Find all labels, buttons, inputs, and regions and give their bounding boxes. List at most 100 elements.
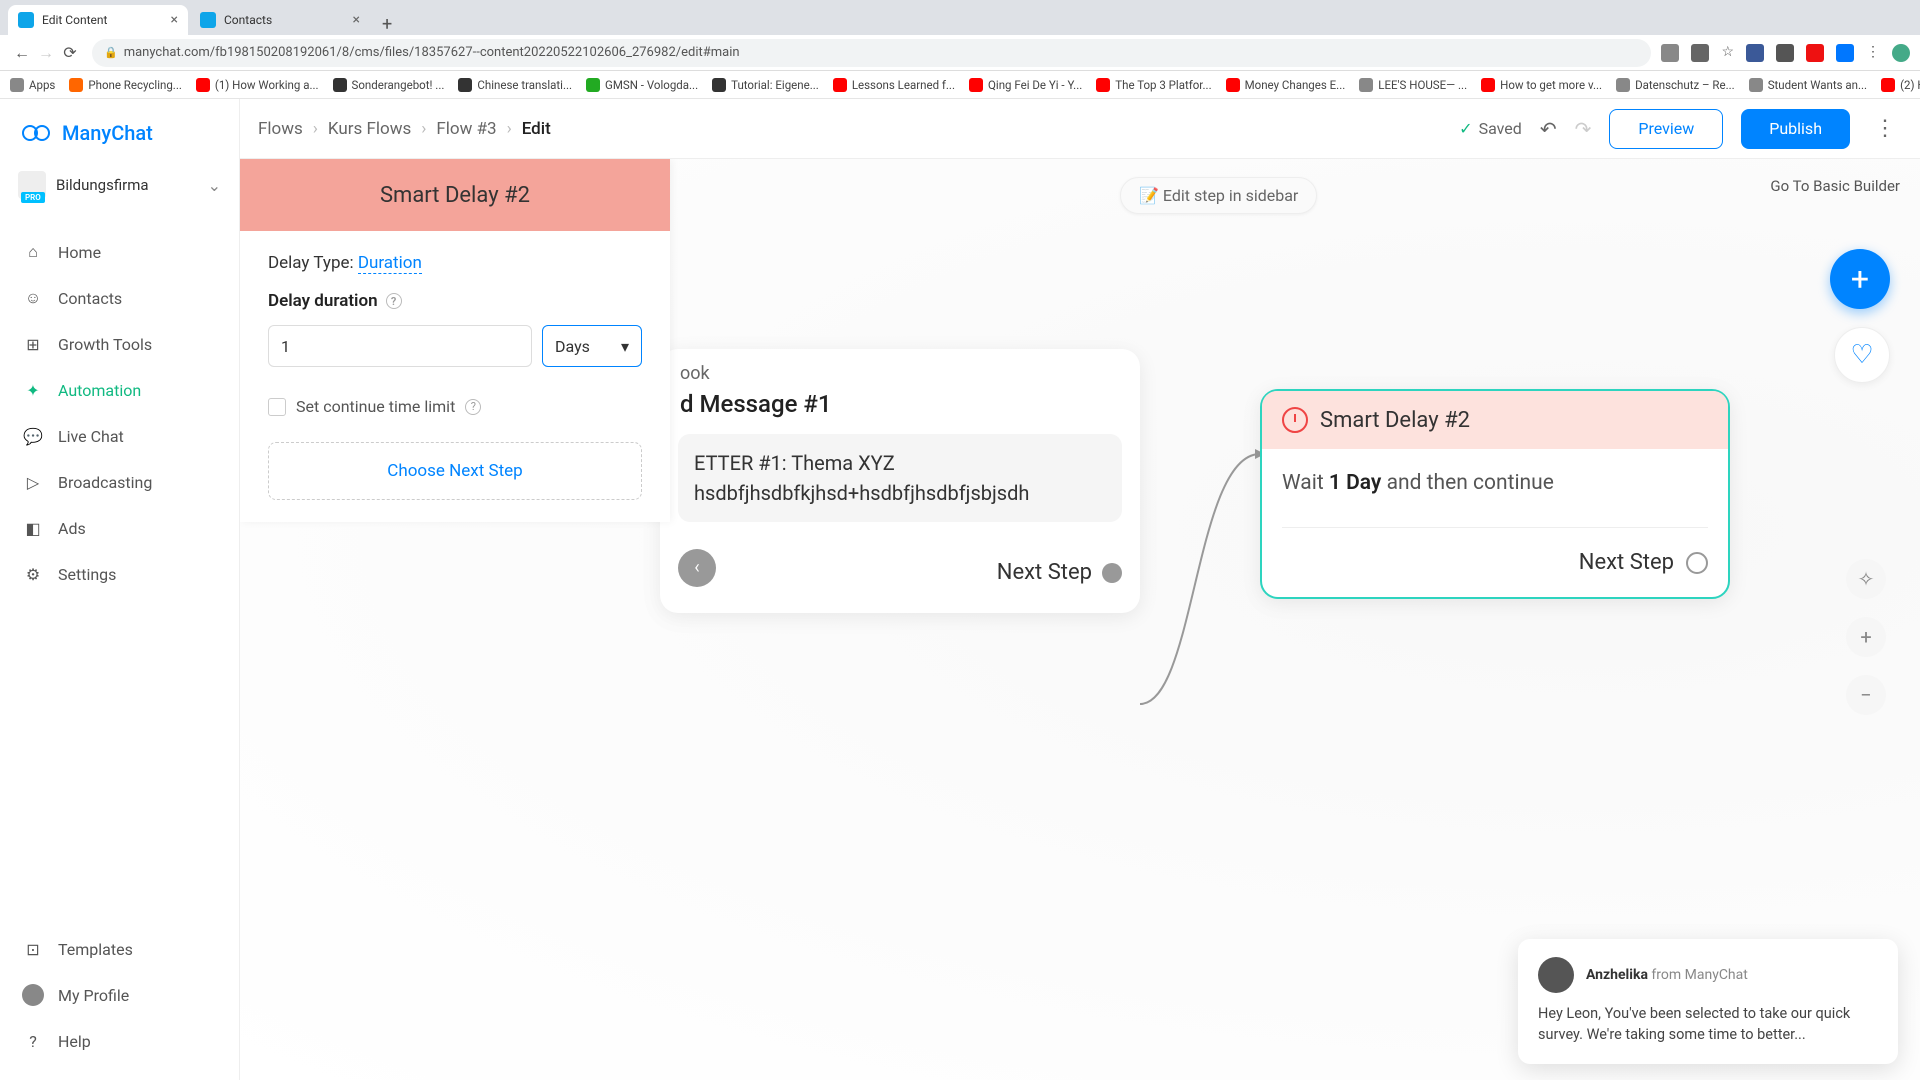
sidebar-item-livechat[interactable]: 💬 Live Chat [0,413,239,459]
content-line: hsdbfjhsdbfkjhsd+hsdbfjhsdbfjsbjsdh [694,478,1106,508]
nav-label: Home [58,243,101,262]
ext-icon[interactable] [1836,44,1854,62]
bookmark-item[interactable]: (1) How Working a... [196,78,319,92]
sidebar-item-broadcasting[interactable]: ▷ Broadcasting [0,459,239,505]
bookmark-item[interactable]: LEE'S HOUSE— ... [1359,78,1467,92]
add-step-button[interactable]: + [1830,249,1890,309]
node-body: Wait 1 Day and then continue [1262,449,1728,517]
bookmark-item[interactable]: Apps [10,78,55,92]
zoom-in-button[interactable]: + [1846,617,1886,657]
forward-button[interactable]: → [34,43,58,63]
browser-tab-active[interactable]: Edit Content × [8,5,188,35]
ext-icon[interactable] [1661,44,1679,62]
brand-logo[interactable]: ManyChat [0,99,239,159]
sidebar-item-profile[interactable]: My Profile [0,972,239,1018]
smart-delay-node[interactable]: Smart Delay #2 Wait 1 Day and then conti… [1260,389,1730,599]
bookmark-item[interactable]: Student Wants an... [1749,78,1867,92]
broadcast-icon: ▷ [22,471,44,493]
back-button[interactable]: ← [10,43,34,63]
help-icon[interactable]: ? [465,399,481,415]
bookmarks-bar: Apps Phone Recycling... (1) How Working … [0,71,1920,99]
bookmark-item[interactable]: How to get more v... [1481,78,1602,92]
delay-type-link[interactable]: Duration [358,253,422,274]
url-field[interactable]: 🔒 manychat.com/fb198150208192061/8/cms/f… [92,39,1651,67]
menu-icon[interactable]: ⋮ [1866,44,1880,62]
new-tab-button[interactable]: + [372,14,402,35]
reload-button[interactable]: ⟳ [58,43,82,62]
edit-step-hint[interactable]: 📝 Edit step in sidebar [1120,177,1317,214]
bookmark-item[interactable]: Datenschutz – Re... [1616,78,1735,92]
undo-button[interactable]: ↶ [1540,117,1557,141]
crumb[interactable]: Flows [258,119,303,139]
flow-canvas[interactable]: Smart Delay #2 Delay Type: Duration Dela… [240,159,1920,1080]
ext-icon[interactable] [1806,44,1824,62]
publish-button[interactable]: Publish [1741,109,1850,149]
bookmark-item[interactable]: Money Changes E... [1226,78,1346,92]
divider [1282,527,1708,528]
choose-next-step-button[interactable]: Choose Next Step [268,442,642,500]
bookmark-icon [712,78,726,92]
panel-title: Smart Delay #2 [240,159,670,231]
sidebar-item-contacts[interactable]: ☺ Contacts [0,275,239,321]
node-next-step[interactable]: Next Step [997,540,1122,595]
bookmark-item[interactable]: GMSN - Vologda... [586,78,698,92]
sidebar-item-settings[interactable]: ⚙ Settings [0,551,239,597]
ext-icon[interactable] [1746,44,1764,62]
go-to-basic-builder-link[interactable]: Go To Basic Builder [1770,177,1900,195]
time-limit-row[interactable]: Set continue time limit ? [268,397,642,416]
bookmark-item[interactable]: (2) How To Add A... [1881,78,1920,92]
bookmark-item[interactable]: Qing Fei De Yi - Y... [969,78,1082,92]
sidebar-item-help[interactable]: ? Help [0,1018,239,1064]
auto-layout-button[interactable]: ✧ [1846,559,1886,599]
topbar: Flows› Kurs Flows› Flow #3› Edit Saved ↶… [240,99,1920,159]
profile-avatar-icon[interactable] [1892,44,1910,62]
preview-button[interactable]: Preview [1609,109,1723,149]
node-next-step[interactable]: Next Step [1579,550,1674,575]
duration-unit-select[interactable]: Days ▾ [542,325,642,367]
bookmark-icon [1481,78,1495,92]
pro-badge: PRO [21,192,45,203]
favicon-icon [200,12,216,28]
close-icon[interactable]: × [171,12,178,28]
checkbox-icon[interactable] [268,398,286,416]
message-node[interactable]: ook d Message #1 ETTER #1: Thema XYZ hsd… [660,349,1140,613]
workspace-selector[interactable]: PRO Bildungsfirma ⌄ [0,159,239,219]
output-port[interactable] [1686,552,1708,574]
bookmark-item[interactable]: Chinese translati... [458,78,572,92]
delay-type-row: Delay Type: Duration [268,253,642,273]
delay-type-label: Delay Type: [268,253,358,273]
crumb[interactable]: Flow #3 [436,119,496,139]
gear-icon: ⚙ [22,563,44,585]
prev-button[interactable]: ‹ [678,549,716,587]
bookmark-item[interactable]: The Top 3 Platfor... [1096,78,1211,92]
support-chat-popup[interactable]: Anzhelika from ManyChat Hey Leon, You've… [1518,939,1898,1065]
zoom-out-button[interactable]: − [1846,675,1886,715]
crumb[interactable]: Kurs Flows [328,119,411,139]
browser-tab-inactive[interactable]: Contacts × [190,5,370,35]
ext-icon[interactable] [1691,44,1709,62]
chat-avatar-icon [1538,957,1574,993]
bookmark-item[interactable]: Sonderangebot! ... [333,78,445,92]
bookmark-item[interactable]: Tutorial: Eigene... [712,78,819,92]
more-menu-button[interactable]: ⋮ [1868,116,1902,141]
bookmark-item[interactable]: Lessons Learned f... [833,78,955,92]
duration-label-row: Delay duration ? [268,291,642,311]
sidebar-item-ads[interactable]: ◧ Ads [0,505,239,551]
chevron-down-icon: ▾ [621,337,629,356]
sidebar-item-templates[interactable]: ⊡ Templates [0,926,239,972]
sidebar-item-automation[interactable]: ✦ Automation [0,367,239,413]
sidebar-item-growth[interactable]: ⊞ Growth Tools [0,321,239,367]
bookmark-icon [196,78,210,92]
output-port[interactable] [1102,563,1122,583]
close-icon[interactable]: × [353,12,360,28]
node-content: ETTER #1: Thema XYZ hsdbfjhsdbfkjhsd+hsd… [678,434,1122,522]
clock-icon [1282,407,1308,433]
favorite-button[interactable]: ♡ [1834,327,1890,383]
sidebar-item-home[interactable]: ⌂ Home [0,229,239,275]
star-icon[interactable]: ☆ [1721,44,1734,62]
help-icon[interactable]: ? [386,293,402,309]
ext-icon[interactable] [1776,44,1794,62]
nav-label: Automation [58,381,141,400]
duration-value-input[interactable] [268,325,532,367]
bookmark-item[interactable]: Phone Recycling... [69,78,182,92]
